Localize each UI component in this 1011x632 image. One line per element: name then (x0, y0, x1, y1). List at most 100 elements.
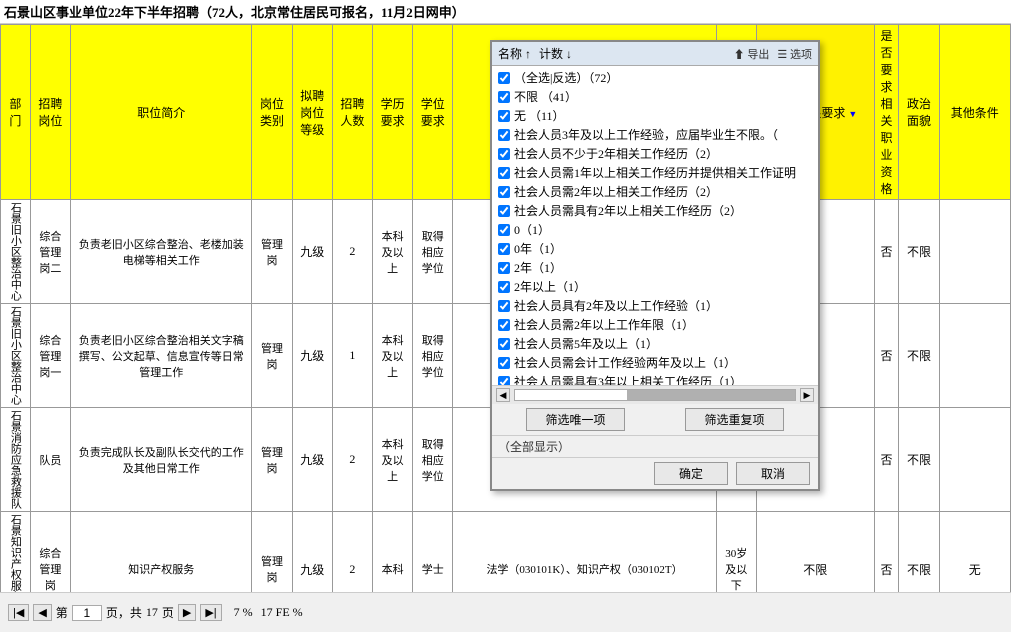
popup-item-12[interactable]: 社会人员需2年以上工作年限（1） (496, 315, 814, 334)
item-10-checkbox[interactable] (498, 281, 510, 293)
hscroll-right-arrow[interactable]: ▶ (800, 388, 814, 402)
item-14-label: 社会人员需会计工作经验两年及以上（1） (514, 354, 736, 371)
all-select-checkbox[interactable] (498, 72, 510, 84)
col-edu: 学历要求 (372, 25, 412, 200)
popup-item-14[interactable]: 社会人员需会计工作经验两年及以上（1） (496, 353, 814, 372)
item-15-label: 社会人员需具有3年以上相关工作经历（1） (514, 373, 742, 386)
popup-filter-row: 筛选唯一项 筛选重复项 (492, 404, 818, 436)
cell-pos: 综合管理岗二 (30, 200, 70, 304)
item-4-checkbox[interactable] (498, 167, 510, 179)
popup-item-4[interactable]: 社会人员需1年以上相关工作经历并提供相关工作证明 (496, 163, 814, 182)
cell-degree: 取得相应学位 (413, 304, 453, 408)
popup-show-all[interactable]: （全部显示） (492, 436, 818, 458)
item-3-label: 社会人员不少于2年相关工作经历（2） (514, 145, 718, 162)
total-pages: 17 (146, 605, 158, 620)
last-page-btn[interactable]: ▶| (200, 604, 221, 621)
cell-politics: 不限 (899, 304, 939, 408)
popup-item-0[interactable]: 不限 （41） (496, 87, 814, 106)
popup-item-5[interactable]: 社会人员需2年以上相关工作经历（2） (496, 182, 814, 201)
cell-type: 管理岗 (252, 200, 292, 304)
col-politics: 政治面貌 (899, 25, 939, 200)
cell-dept: 石景消防应急救援队 (1, 408, 31, 512)
cell-dept: 石景旧小区整治中心 (1, 200, 31, 304)
item-12-checkbox[interactable] (498, 319, 510, 331)
cell-count: 1 (332, 304, 372, 408)
item-8-checkbox[interactable] (498, 243, 510, 255)
popup-item-3[interactable]: 社会人员不少于2年相关工作经历（2） (496, 144, 814, 163)
col-pos: 招聘岗位 (30, 25, 70, 200)
cell-politics: 不限 (899, 200, 939, 304)
item-14-checkbox[interactable] (498, 357, 510, 369)
popup-count-header: 计数 ↓ (539, 45, 572, 62)
col-level: 拟聘岗位等级 (292, 25, 332, 200)
col-exp-filter-icon[interactable]: ▼ (848, 109, 857, 119)
item-1-checkbox[interactable] (498, 110, 510, 122)
item-4-label: 社会人员需1年以上相关工作经历并提供相关工作证明 (514, 164, 796, 181)
item-7-checkbox[interactable] (498, 224, 510, 236)
popup-item-10[interactable]: 2年以上（1） (496, 277, 814, 296)
popup-item-6[interactable]: 社会人员需具有2年以上相关工作经历（2） (496, 201, 814, 220)
cell-desc: 负责完成队长及副队长交代的工作及其他日常工作 (70, 408, 251, 512)
cell-count: 2 (332, 408, 372, 512)
popup-item-8[interactable]: 0年（1） (496, 239, 814, 258)
cell-count: 2 (332, 200, 372, 304)
cell-dept: 石景旧小区整治中心 (1, 304, 31, 408)
item-0-checkbox[interactable] (498, 91, 510, 103)
item-1-label: 无 （11） (514, 107, 565, 124)
item-9-checkbox[interactable] (498, 262, 510, 274)
item-2-label: 社会人员3年及以上工作经验，应届毕业生不限。（ (514, 126, 778, 143)
cell-pos: 综合管理岗一 (30, 304, 70, 408)
col-other: 其他条件 (939, 25, 1010, 200)
popup-item-15[interactable]: 社会人员需具有3年以上相关工作经历（1） (496, 372, 814, 386)
popup-item-7[interactable]: 0（1） (496, 220, 814, 239)
hscroll-left-arrow[interactable]: ◀ (496, 388, 510, 402)
cell-cert: 否 (874, 408, 899, 512)
item-10-label: 2年以上（1） (514, 278, 586, 295)
popup-item-1[interactable]: 无 （11） (496, 106, 814, 125)
col-degree: 学位要求 (413, 25, 453, 200)
item-3-checkbox[interactable] (498, 148, 510, 160)
popup-item-11[interactable]: 社会人员具有2年及以上工作经验（1） (496, 296, 814, 315)
popup-header: 名称 ↑ 计数 ↓ ⬆ 导出 ☰ 选项 (492, 42, 818, 66)
popup-item-2[interactable]: 社会人员3年及以上工作经验，应届毕业生不限。（ (496, 125, 814, 144)
first-page-btn[interactable]: |◀ (8, 604, 29, 621)
main-area: 石景山区事业单位22年下半年招聘（72人，北京常住居民可报名，11月2日网申） … (0, 0, 1011, 632)
cell-level: 九级 (292, 304, 332, 408)
item-11-checkbox[interactable] (498, 300, 510, 312)
item-0-label: 不限 （41） (514, 88, 577, 105)
cell-type: 管理岗 (252, 304, 292, 408)
cell-politics: 不限 (899, 408, 939, 512)
hscroll-track[interactable] (514, 389, 796, 401)
item-5-checkbox[interactable] (498, 186, 510, 198)
export-icon[interactable]: ⬆ 导出 (734, 46, 770, 62)
select-options-icon[interactable]: ☰ 选项 (777, 46, 812, 62)
popup-hscroll[interactable]: ◀ ▶ (492, 386, 818, 404)
cell-cert: 否 (874, 200, 899, 304)
col-type: 岗位类别 (252, 25, 292, 200)
item-13-checkbox[interactable] (498, 338, 510, 350)
item-5-label: 社会人员需2年以上相关工作经历（2） (514, 183, 718, 200)
filter-repeat-btn[interactable]: 筛选重复项 (685, 408, 783, 431)
filter-unique-btn[interactable]: 筛选唯一项 (526, 408, 624, 431)
item-12-label: 社会人员需2年以上工作年限（1） (514, 316, 694, 333)
popup-cancel-btn[interactable]: 取消 (736, 462, 810, 485)
all-select-label: （全选|反选）（72） (514, 69, 618, 86)
item-15-checkbox[interactable] (498, 376, 510, 387)
popup-all-select[interactable]: （全选|反选）（72） (496, 68, 814, 87)
popup-item-9[interactable]: 2年（1） (496, 258, 814, 277)
item-6-checkbox[interactable] (498, 205, 510, 217)
cell-level: 九级 (292, 408, 332, 512)
bottom-bar: |◀ ◀ 第 页，共 17 页 ▶ ▶| 7 % 17 FE % (0, 592, 1011, 632)
popup-ok-btn[interactable]: 确定 (654, 462, 728, 485)
popup-header-right: ⬆ 导出 ☰ 选项 (734, 46, 812, 62)
item-2-checkbox[interactable] (498, 129, 510, 141)
cell-degree: 取得相应学位 (413, 408, 453, 512)
popup-ok-row: 确定 取消 (492, 458, 818, 489)
page-input[interactable] (72, 605, 102, 621)
popup-list[interactable]: （全选|反选）（72） 不限 （41） 无 （11） 社会人员3年及以上工作经验… (492, 66, 818, 386)
popup-item-13[interactable]: 社会人员需5年及以上（1） (496, 334, 814, 353)
prev-page-btn[interactable]: ◀ (33, 604, 51, 621)
popup-name-header: 名称 ↑ (498, 45, 531, 62)
cell-type: 管理岗 (252, 408, 292, 512)
next-page-btn[interactable]: ▶ (178, 604, 196, 621)
